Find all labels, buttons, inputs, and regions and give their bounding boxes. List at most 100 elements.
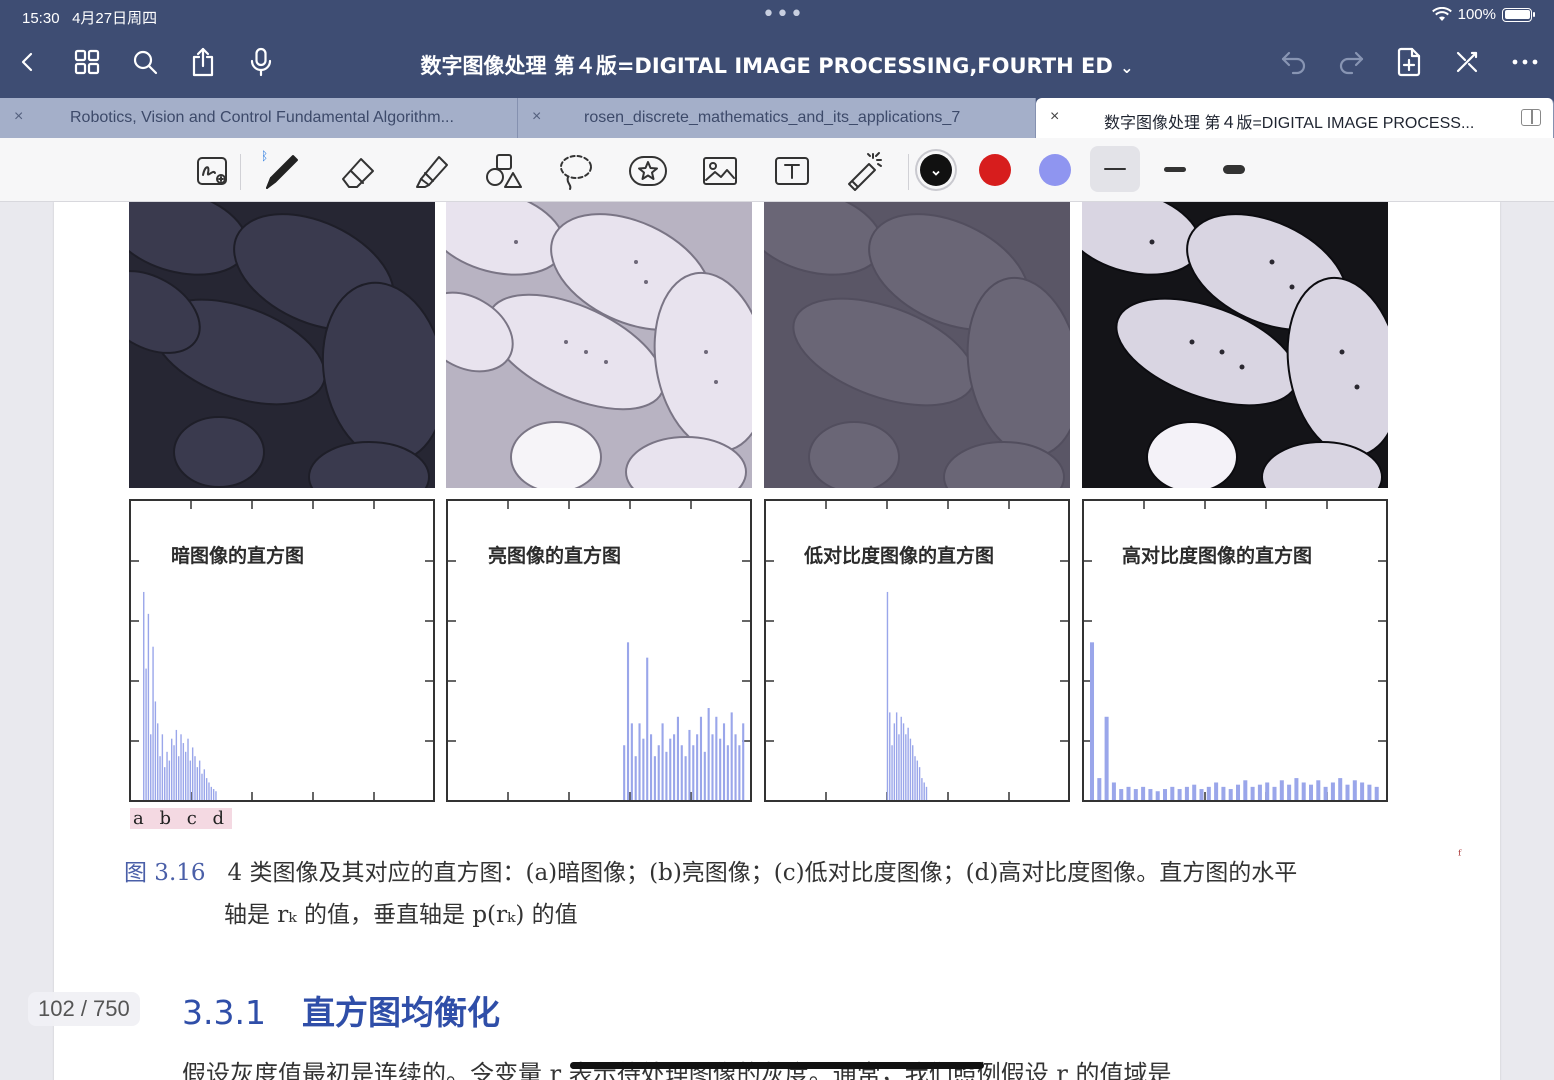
histogram-bar — [194, 756, 196, 800]
tab-label: rosen_discrete_mathematics_and_its_appli… — [584, 109, 961, 126]
histogram-bar — [669, 738, 672, 800]
histogram-bar — [1257, 784, 1262, 800]
panel-letters: a b c d — [130, 808, 233, 829]
toolbar-divider — [240, 154, 241, 190]
histogram-bar — [180, 734, 182, 800]
histogram-title: 暗图像的直方图 — [171, 545, 305, 567]
histogram-bar — [661, 723, 664, 800]
histogram-low-contrast: 低对比度图像的直方图 — [764, 499, 1070, 802]
histogram-bar — [1309, 784, 1314, 800]
histogram-bar — [719, 738, 722, 800]
search-icon[interactable] — [127, 44, 163, 80]
image-icon[interactable] — [697, 148, 743, 194]
text-icon[interactable] — [769, 148, 815, 194]
tab-close-icon[interactable]: × — [14, 108, 23, 126]
home-indicator[interactable] — [570, 1062, 984, 1069]
histogram-bar — [1119, 789, 1124, 800]
histogram-bar — [742, 723, 745, 800]
histogram-title: 低对比度图像的直方图 — [804, 545, 995, 567]
histogram-bar — [182, 743, 185, 800]
figure-caption: 图 3.16 4 类图像及其对应的直方图：(a)暗图像；(b)亮图像；(c)低对比… — [124, 852, 1414, 936]
tab-digital-image-processing[interactable]: × 数字图像处理 第４版=DIGITAL IMAGE PROCESS... — [1036, 98, 1554, 138]
histogram-bar — [738, 745, 741, 800]
histogram-bar — [918, 767, 921, 800]
histogram-bar — [914, 756, 916, 800]
histogram-bar — [154, 701, 157, 800]
color-lavender-swatch[interactable] — [1039, 154, 1071, 186]
histogram-dark: 暗图像的直方图 — [129, 499, 435, 802]
share-icon[interactable] — [185, 44, 221, 80]
histogram-bar — [1316, 780, 1321, 800]
tab-close-icon[interactable]: × — [532, 108, 541, 126]
histogram-bar — [164, 767, 166, 800]
histogram-bar — [688, 729, 691, 800]
shapes-icon[interactable] — [480, 148, 526, 194]
histogram-bar — [196, 767, 199, 800]
svg-text:ᛒ: ᛒ — [261, 150, 268, 163]
histogram-bar — [626, 642, 630, 800]
pen-icon[interactable]: ᛒ — [258, 148, 304, 194]
top-bar: 15:30 4月27日周四 ••• 100% 数字图像处理 第４版=DIGITA… — [0, 0, 1554, 98]
sticker-icon[interactable] — [625, 148, 671, 194]
split-view-icon[interactable] — [1521, 109, 1541, 126]
highlighter-icon[interactable] — [408, 148, 454, 194]
stroke-medium-button[interactable] — [1150, 146, 1200, 192]
tab-close-icon[interactable]: × — [1050, 108, 1059, 126]
color-red-swatch[interactable] — [979, 154, 1011, 186]
microphone-icon[interactable] — [243, 44, 279, 80]
histogram-bar — [1345, 784, 1350, 800]
histogram-bar — [902, 723, 905, 800]
tab-bar: × Robotics, Vision and Control Fundament… — [0, 98, 1554, 138]
histogram-bar — [898, 734, 900, 800]
histogram-bar — [171, 738, 173, 800]
laser-pointer-icon[interactable] — [841, 148, 887, 194]
histogram-bar — [730, 712, 733, 800]
redo-icon[interactable] — [1333, 44, 1369, 80]
tab-label: Robotics, Vision and Control Fundamental… — [70, 109, 454, 126]
close-pen-icon[interactable] — [1449, 44, 1485, 80]
stroke-thin-button[interactable] — [1090, 146, 1140, 192]
histogram-bar — [1287, 784, 1292, 800]
undo-icon[interactable] — [1276, 44, 1312, 80]
figure-label: 图 3.16 — [124, 860, 206, 886]
histogram-bar — [1236, 784, 1241, 800]
annotation-toolbar: ᛒ — [0, 138, 1554, 202]
histogram-bar — [886, 591, 889, 800]
add-page-icon[interactable] — [1391, 44, 1427, 80]
caption-line-1: 4 类图像及其对应的直方图：(a)暗图像；(b)亮图像；(c)低对比度图像；(d… — [227, 860, 1298, 886]
document-viewport[interactable]: 暗图像的直方图 亮图像的直方图 低对比度图像的直方图 高对比度图像的直方图 a … — [0, 202, 1554, 1080]
page-indicator[interactable]: 102 / 750 — [28, 992, 140, 1026]
back-icon[interactable] — [10, 44, 46, 80]
tab-rosen[interactable]: × rosen_discrete_mathematics_and_its_app… — [518, 98, 1036, 138]
histogram-bar — [638, 723, 641, 800]
histogram-bar — [909, 738, 912, 800]
document-title: 数字图像处理 第４版=DIGITAL IMAGE PROCESSING,FOUR… — [0, 50, 1554, 80]
low-contrast-image — [764, 202, 1070, 488]
histogram-bar — [711, 734, 714, 800]
histogram-high-contrast: 高对比度图像的直方图 — [1082, 499, 1388, 802]
histogram-bright: 亮图像的直方图 — [446, 499, 752, 802]
tab-robotics[interactable]: × Robotics, Vision and Control Fundament… — [0, 98, 518, 138]
grid-icon[interactable] — [69, 44, 105, 80]
battery-icon — [1502, 7, 1535, 22]
stroke-thick-button[interactable] — [1209, 146, 1259, 192]
histogram-bar — [1104, 716, 1109, 800]
histogram-bar — [1367, 784, 1372, 800]
histogram-bar — [722, 723, 726, 800]
eraser-icon[interactable] — [336, 148, 382, 194]
handwriting-add-icon[interactable] — [190, 148, 236, 194]
color-black-swatch[interactable] — [920, 154, 952, 186]
histogram-bar — [1272, 786, 1277, 800]
histogram-bar — [187, 738, 189, 800]
document-title-button[interactable]: 数字图像处理 第４版=DIGITAL IMAGE PROCESSING,FOUR… — [421, 54, 1134, 78]
more-icon[interactable] — [1507, 44, 1543, 80]
histogram-bar — [1221, 786, 1226, 800]
multitask-dots[interactable]: ••• — [762, 2, 804, 27]
histogram-bar — [889, 712, 891, 800]
lasso-icon[interactable] — [553, 148, 599, 194]
histogram-bar — [205, 778, 208, 800]
histogram-bar — [143, 591, 145, 800]
histogram-bar — [1199, 789, 1204, 800]
histogram-bar — [642, 738, 645, 800]
histogram-bar — [147, 613, 150, 800]
